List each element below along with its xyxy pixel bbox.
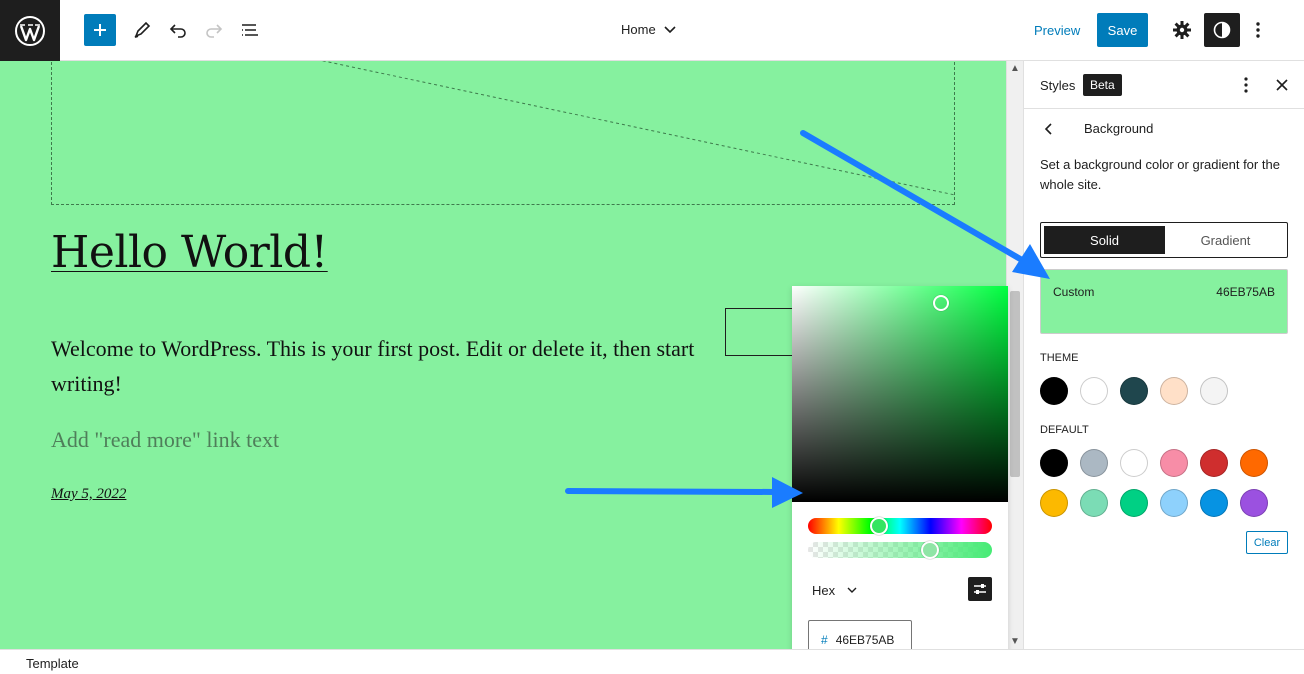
custom-color-value: 46EB75AB <box>1216 285 1275 299</box>
add-block-button[interactable] <box>84 14 116 46</box>
custom-color-label: Custom <box>1053 285 1095 299</box>
redo-icon <box>206 24 223 38</box>
color-swatch[interactable] <box>1120 377 1148 405</box>
color-swatch[interactable] <box>1160 489 1188 517</box>
edit-tool-button[interactable] <box>126 14 158 46</box>
contrast-icon <box>1213 21 1231 39</box>
list-view-icon <box>242 24 258 36</box>
panel-title: Background <box>1084 121 1154 136</box>
canvas-scrollbar[interactable]: ▲ ▼ <box>1006 61 1023 649</box>
hex-value: 46EB75AB <box>835 633 895 647</box>
color-swatch[interactable] <box>1240 489 1268 517</box>
color-picker-popover: Hex # 46EB75AB <box>792 286 1008 666</box>
alpha-slider[interactable] <box>808 542 992 558</box>
sidebar-title: Styles <box>1040 78 1076 93</box>
chevron-down-icon <box>664 25 676 33</box>
more-vertical-icon <box>1256 22 1260 38</box>
chevron-down-icon <box>847 587 857 593</box>
pencil-icon <box>134 21 151 38</box>
settings-button[interactable] <box>1166 14 1198 46</box>
scroll-up-arrow-icon[interactable]: ▲ <box>1010 63 1020 74</box>
hue-slider-handle[interactable] <box>870 517 888 535</box>
default-palette-label: DEFAULT <box>1040 424 1089 436</box>
gear-icon <box>1173 21 1191 39</box>
default-palette-row-1 <box>1040 449 1268 477</box>
list-view-button[interactable] <box>234 14 266 46</box>
custom-color-swatch[interactable]: Custom 46EB75AB <box>1040 269 1288 334</box>
color-swatch[interactable] <box>1040 489 1068 517</box>
read-more-placeholder[interactable]: Add "read more" link text <box>51 427 279 453</box>
tab-gradient[interactable]: Gradient <box>1165 226 1286 254</box>
panel-description: Set a background color or gradient for t… <box>1040 157 1280 192</box>
back-button[interactable] <box>1038 119 1058 139</box>
editor-footer: Template <box>0 649 1304 674</box>
options-menu-button[interactable] <box>1242 14 1274 46</box>
scroll-thumb[interactable] <box>1010 291 1020 477</box>
plus-icon <box>94 24 106 36</box>
saturation-handle[interactable] <box>933 295 949 311</box>
color-swatch[interactable] <box>1200 377 1228 405</box>
background-type-toggle: Solid Gradient <box>1040 222 1288 258</box>
beta-badge: Beta <box>1083 74 1122 96</box>
wordpress-logo-icon[interactable] <box>0 0 60 61</box>
color-swatch[interactable] <box>1200 489 1228 517</box>
post-excerpt[interactable]: Welcome to WordPress. This is your first… <box>51 331 711 401</box>
theme-palette-label: THEME <box>1040 352 1079 364</box>
post-date[interactable]: May 5, 2022 <box>51 486 126 503</box>
hex-prefix: # <box>821 633 828 647</box>
advanced-color-options-button[interactable] <box>968 577 992 601</box>
styles-toggle-button[interactable] <box>1204 13 1240 47</box>
color-swatch[interactable] <box>1080 449 1108 477</box>
post-title[interactable]: Hello World! <box>51 227 328 278</box>
theme-palette <box>1040 377 1228 405</box>
color-swatch[interactable] <box>1160 377 1188 405</box>
sidebar-header: Styles Beta <box>1024 61 1304 109</box>
hue-slider[interactable] <box>808 518 992 534</box>
chevron-left-icon <box>1044 123 1052 135</box>
alpha-slider-handle[interactable] <box>921 541 939 559</box>
close-sidebar-button[interactable] <box>1272 73 1292 97</box>
tab-solid[interactable]: Solid <box>1044 226 1165 254</box>
undo-button[interactable] <box>162 14 194 46</box>
color-swatch[interactable] <box>1200 449 1228 477</box>
clear-button[interactable]: Clear <box>1246 531 1288 554</box>
color-swatch[interactable] <box>1120 489 1148 517</box>
color-swatch[interactable] <box>1040 377 1068 405</box>
placeholder-diagonal <box>321 61 955 196</box>
color-swatch[interactable] <box>1080 377 1108 405</box>
default-palette-row-2 <box>1040 489 1268 517</box>
color-swatch[interactable] <box>1240 449 1268 477</box>
color-swatch[interactable] <box>1040 449 1068 477</box>
color-swatch[interactable] <box>1160 449 1188 477</box>
color-format-label: Hex <box>812 583 836 598</box>
document-title: Home <box>621 22 656 37</box>
more-vertical-icon <box>1244 77 1248 93</box>
image-placeholder[interactable] <box>51 61 955 205</box>
preview-button[interactable]: Preview <box>1034 23 1080 38</box>
saturation-area[interactable] <box>792 286 1008 502</box>
scroll-down-arrow-icon[interactable]: ▼ <box>1010 636 1020 647</box>
sidebar-more-button[interactable] <box>1236 73 1256 97</box>
breadcrumb[interactable]: Template <box>26 656 79 671</box>
styles-sidebar: Styles Beta Background Set a background … <box>1023 61 1304 649</box>
color-format-select[interactable]: Hex <box>812 583 857 598</box>
redo-button[interactable] <box>198 14 230 46</box>
color-swatch[interactable] <box>1080 489 1108 517</box>
top-toolbar: Home Preview Save <box>0 0 1304 61</box>
sliders-icon <box>974 584 986 594</box>
save-button[interactable]: Save <box>1097 13 1148 47</box>
close-icon <box>1276 79 1288 91</box>
color-swatch[interactable] <box>1120 449 1148 477</box>
document-title-dropdown[interactable]: Home <box>621 22 676 37</box>
undo-icon <box>169 24 186 38</box>
